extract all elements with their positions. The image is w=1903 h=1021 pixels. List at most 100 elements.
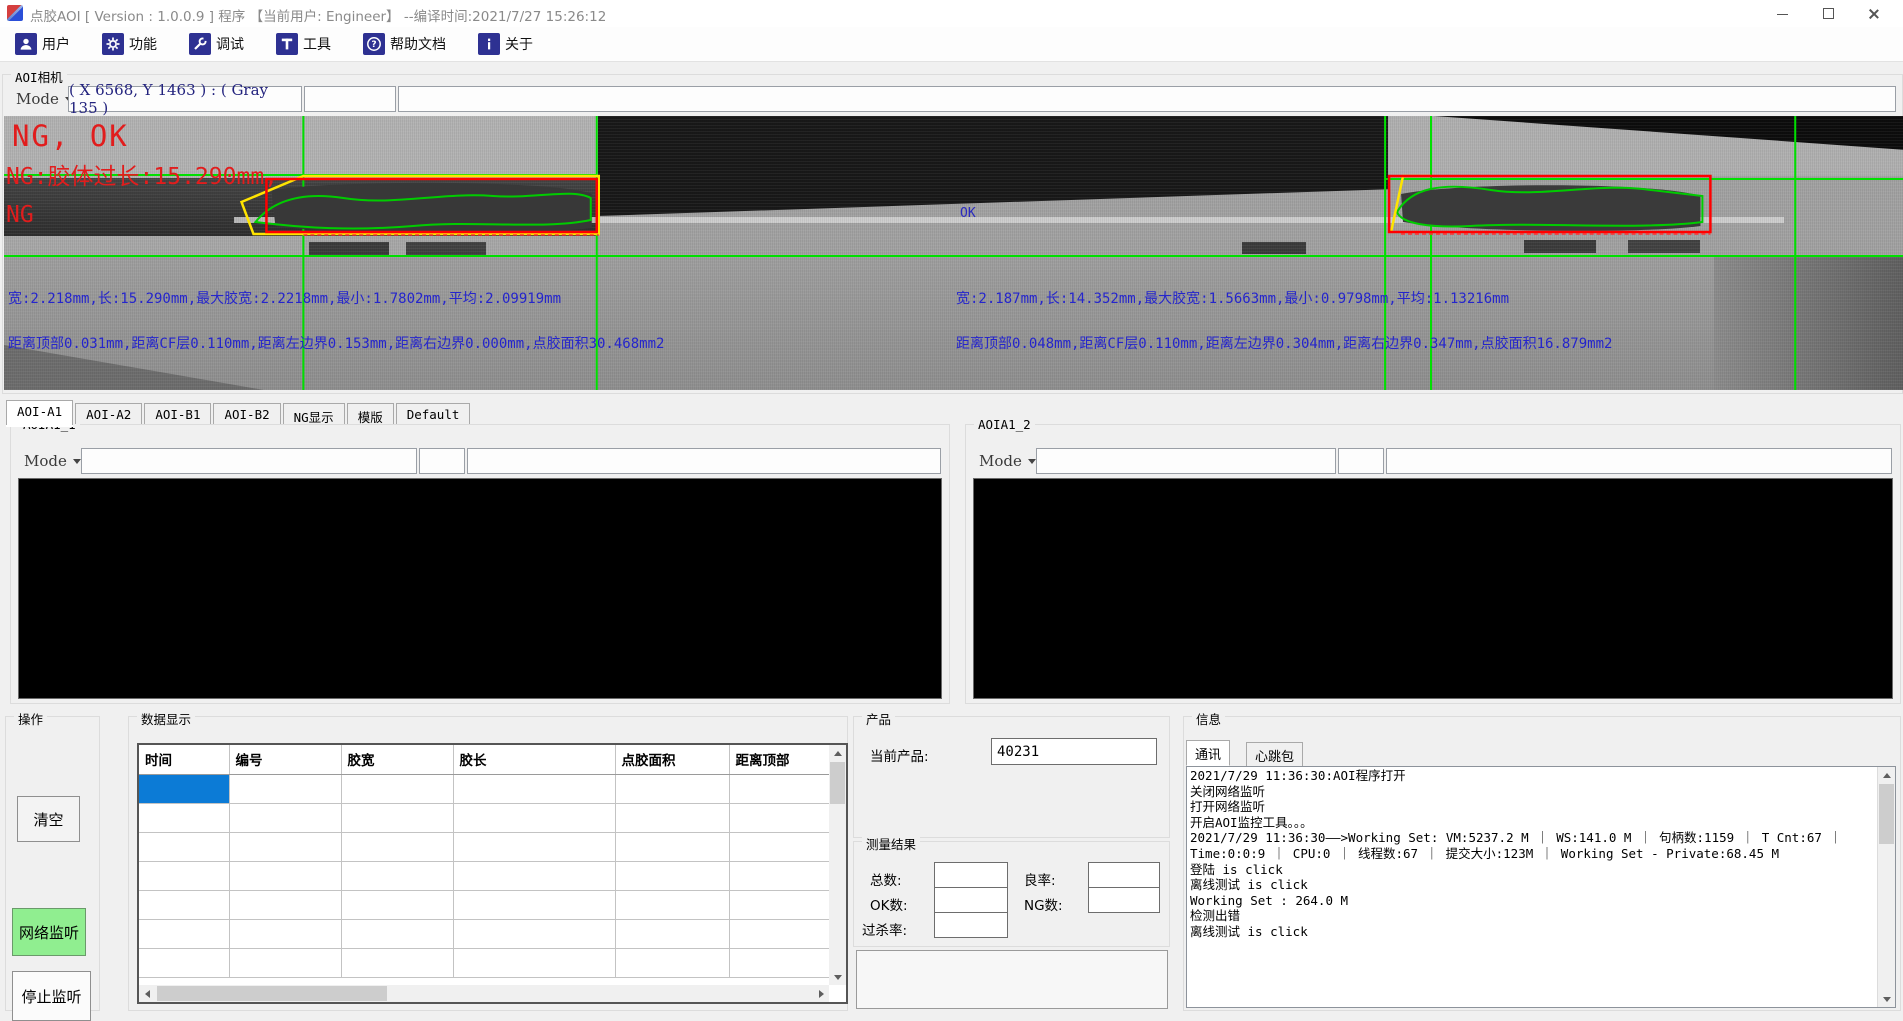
chevron-down-icon: [73, 459, 81, 464]
aoia1-2-mode-dropdown[interactable]: Mode: [972, 448, 1043, 474]
scroll-left-button[interactable]: [139, 985, 155, 1002]
aoia1-1-readout-2: [419, 448, 465, 474]
ng-label: NG: [6, 202, 34, 228]
table-row[interactable]: [139, 919, 829, 948]
close-button[interactable]: [1851, 0, 1897, 27]
info-icon: [478, 33, 500, 55]
aoia1-2-group: AOIA1_2 Mode: [965, 424, 1901, 704]
log-scroll-thumb[interactable]: [1879, 784, 1894, 844]
scroll-up-button[interactable]: [1878, 767, 1895, 783]
view-tab-strip: AOI-A1 AOI-A2 AOI-B1 AOI-B2 NG显示 模版 Defa…: [6, 401, 472, 424]
comms-log-text: 2021/7/29 11:36:30:AOI程序打开 关闭网络监听 打开网络监听…: [1190, 768, 1875, 940]
aoia1-1-mode-dropdown[interactable]: Mode: [17, 448, 88, 474]
svg-text:?: ?: [371, 40, 376, 50]
ok-label: OK: [960, 206, 976, 221]
tab-aoi-b2[interactable]: AOI-B2: [213, 403, 280, 424]
tab-template[interactable]: 模版: [347, 403, 394, 424]
info-group-label: 信息: [1192, 709, 1225, 728]
selected-cell[interactable]: [139, 774, 229, 803]
toolbar-button-about[interactable]: 关于: [469, 30, 542, 58]
col-header-distance-top[interactable]: 距离顶部: [729, 745, 829, 774]
vertical-scroll-thumb[interactable]: [830, 762, 845, 804]
minimize-button[interactable]: [1759, 0, 1805, 27]
aoia1-1-group: AOIA1_1 Mode: [10, 424, 950, 704]
toolbar-button-help[interactable]: ? 帮助文档: [354, 30, 455, 58]
network-listen-button[interactable]: 网络监听: [12, 908, 86, 956]
minimize-icon: [1777, 13, 1788, 15]
table-horizontal-scrollbar[interactable]: [139, 985, 829, 1002]
measurement-right-line2: 距离顶部0.048mm,距离CF层0.110mm,距离左边界0.304mm,距离…: [956, 333, 1612, 353]
aoi-camera-group-label: AOI相机: [11, 67, 67, 86]
table-row[interactable]: [139, 890, 829, 919]
overkill-value-box: [934, 912, 1008, 938]
horizontal-scroll-thumb[interactable]: [157, 986, 387, 1001]
camera-readout-3: [398, 86, 1896, 112]
toolbar-button-user[interactable]: 用户: [6, 30, 79, 58]
scroll-right-button[interactable]: [813, 985, 829, 1002]
tab-heartbeat[interactable]: 心跳包: [1246, 742, 1303, 768]
data-display-group-label: 数据显示: [137, 709, 195, 728]
col-header-id[interactable]: 编号: [229, 745, 341, 774]
tab-aoi-a1[interactable]: AOI-A1: [6, 400, 73, 425]
aoia1-1-image-panel: [18, 478, 942, 699]
title-bar: 点胶AOI [ Version : 1.0.0.9 ] 程序 【当前用户: En…: [0, 0, 1903, 28]
aoia1-2-readout-2: [1338, 448, 1384, 474]
tab-aoi-b1[interactable]: AOI-B1: [144, 403, 211, 424]
tab-default[interactable]: Default: [396, 403, 471, 424]
arrow-up-icon: [834, 751, 842, 756]
arrow-left-icon: [145, 990, 150, 998]
table-row[interactable]: [139, 803, 829, 832]
tab-comms[interactable]: 通讯: [1186, 740, 1230, 766]
current-product-label: 当前产品:: [870, 745, 929, 765]
data-table-grid: 时间 编号 胶宽 胶长 点胶面积 距离顶部: [139, 745, 830, 978]
maximize-button[interactable]: [1805, 0, 1851, 27]
log-vertical-scrollbar[interactable]: [1877, 767, 1895, 1007]
current-product-input[interactable]: [991, 738, 1157, 765]
toolbar-button-debug[interactable]: 调试: [180, 30, 253, 58]
camera-readout-2: [304, 86, 396, 112]
close-icon: [1868, 8, 1880, 20]
table-row[interactable]: [139, 832, 829, 861]
data-display-group: 数据显示 时间 编号 胶宽 胶长 点胶面积 距离顶部: [128, 716, 848, 1011]
overkill-label: 过杀率:: [862, 919, 907, 939]
col-header-time[interactable]: 时间: [139, 745, 229, 774]
table-row[interactable]: [139, 861, 829, 890]
app-icon: [7, 5, 23, 21]
tab-aoi-a2[interactable]: AOI-A2: [75, 403, 142, 424]
scroll-up-button[interactable]: [829, 745, 846, 761]
table-vertical-scrollbar[interactable]: [829, 745, 846, 985]
col-header-glue-width[interactable]: 胶宽: [341, 745, 453, 774]
data-table: 时间 编号 胶宽 胶长 点胶面积 距离顶部: [137, 743, 848, 1004]
table-row[interactable]: [139, 948, 829, 977]
yield-value-box: [1088, 862, 1160, 888]
chevron-down-icon: [1028, 459, 1036, 464]
tab-ng-display[interactable]: NG显示: [283, 403, 345, 424]
stop-listen-button[interactable]: 停止监听: [12, 971, 91, 1021]
operation-group: 操作: [5, 716, 100, 1011]
gear-icon: [102, 33, 124, 55]
ok-count-label: OK数:: [870, 894, 908, 914]
ng-count-label: NG数:: [1024, 894, 1063, 914]
toolbar-button-tools[interactable]: 工具: [267, 30, 340, 58]
clear-button[interactable]: 清空: [17, 796, 80, 842]
ng-count-value-box: [1088, 887, 1160, 913]
scroll-down-button[interactable]: [829, 969, 846, 985]
comms-log-panel: 2021/7/29 11:36:30:AOI程序打开 关闭网络监听 打开网络监听…: [1186, 766, 1896, 1008]
col-header-glue-area[interactable]: 点胶面积: [615, 745, 729, 774]
toolbar-button-function[interactable]: 功能: [93, 30, 166, 58]
col-header-glue-length[interactable]: 胶长: [453, 745, 615, 774]
camera-image-view[interactable]: NG, OK NG:胶体过长:15.290mm, NG OK 宽:2.218mm…: [4, 116, 1903, 390]
scroll-down-button[interactable]: [1878, 991, 1895, 1007]
table-header-row: 时间 编号 胶宽 胶长 点胶面积 距离顶部: [139, 745, 829, 774]
arrow-right-icon: [819, 990, 824, 998]
total-label: 总数:: [870, 869, 902, 889]
t-tool-icon: [276, 33, 298, 55]
table-row[interactable]: [139, 774, 829, 803]
results-group: 测量结果 总数: 良率: OK数: NG数: 过杀率:: [853, 841, 1170, 947]
operation-group-label: 操作: [14, 709, 47, 728]
product-group-label: 产品: [862, 709, 895, 728]
results-extra-panel: [856, 950, 1168, 1009]
product-group: 产品 当前产品:: [853, 716, 1170, 838]
camera-coords-readout: ( X 6568, Y 1463 ) : ( Gray 135 ): [68, 86, 302, 112]
user-icon: [15, 33, 37, 55]
